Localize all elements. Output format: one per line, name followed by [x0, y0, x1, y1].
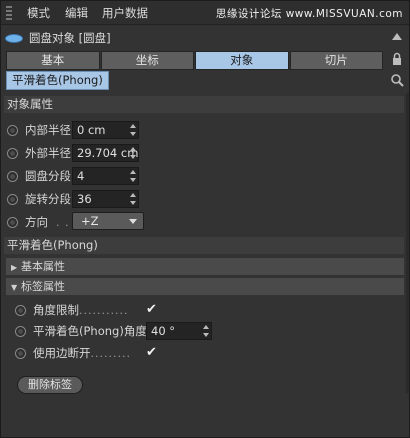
row-edge-breaks: 使用边断开 .........	[15, 343, 131, 363]
triangle-down-icon: ▼	[11, 283, 18, 292]
outer-radius-label: 外部半径	[25, 146, 71, 160]
row-outer-radius: 外部半径	[7, 143, 71, 163]
arrow-up-icon[interactable]	[390, 31, 404, 45]
disc-segments-label: 圆盘分段	[25, 169, 71, 183]
animate-radio[interactable]	[7, 216, 18, 228]
scrollbar[interactable]	[406, 93, 409, 393]
inner-radius-value: 0 cm	[77, 123, 106, 137]
phong-angle-value: 40 °	[151, 324, 176, 338]
watermark-text: 思缘设计论坛 www.MISSVUAN.com	[215, 8, 403, 20]
edge-breaks-label: 使用边断开	[33, 346, 91, 360]
menu-user-data[interactable]: 用户数据	[102, 5, 148, 21]
edge-breaks-checkbox[interactable]: ✔	[146, 346, 159, 359]
disc-segments-value: 4	[77, 169, 85, 183]
animate-radio[interactable]	[15, 347, 26, 359]
animate-radio[interactable]	[7, 193, 18, 205]
orientation-value: +Z	[81, 214, 99, 228]
spinner-icon[interactable]	[130, 147, 136, 159]
row-orientation: 方向 . . .	[7, 212, 78, 232]
orientation-label: 方向	[25, 215, 48, 229]
tab-phong[interactable]: 平滑着色(Phong)	[6, 71, 109, 90]
animate-radio[interactable]	[15, 325, 26, 337]
row-inner-radius: 内部半径	[7, 120, 71, 140]
edge-breaks-dots: .........	[90, 346, 131, 360]
row-angle-limit: 角度限制 ...........	[15, 300, 128, 320]
object-header: 圆盘对象 [圆盘]	[5, 29, 111, 47]
section-phong: 平滑着色(Phong)	[4, 237, 404, 254]
fold-tag-label: 标签属性	[21, 280, 65, 293]
angle-limit-checkbox[interactable]: ✔	[146, 303, 159, 316]
fold-tag-properties[interactable]: ▼ 标签属性	[6, 278, 404, 295]
spinner-icon[interactable]	[203, 325, 209, 337]
animate-radio[interactable]	[15, 304, 26, 316]
fold-basic-properties[interactable]: ▶ 基本属性	[6, 258, 404, 275]
object-title: 圆盘对象 [圆盘]	[29, 31, 111, 45]
disc-icon	[5, 33, 23, 43]
search-icon[interactable]	[390, 73, 404, 87]
phong-angle-field[interactable]: 40 °	[146, 322, 212, 340]
rotation-segments-label: 旋转分段	[25, 192, 71, 206]
row-rotation-segments: 旋转分段	[7, 189, 71, 209]
menu-edit[interactable]: 编辑	[65, 5, 88, 21]
row-phong-angle: 平滑着色(Phong)角度	[15, 321, 147, 341]
tab-coord[interactable]: 坐标	[100, 51, 194, 70]
inner-radius-label: 内部半径	[25, 123, 71, 137]
spinner-icon[interactable]	[130, 170, 136, 182]
tab-bar: 基本 坐标 对象 切片	[6, 51, 384, 70]
animate-radio[interactable]	[7, 124, 18, 136]
tab-basic[interactable]: 基本	[6, 51, 100, 70]
fold-basic-label: 基本属性	[21, 260, 65, 273]
inner-radius-field[interactable]: 0 cm	[72, 121, 139, 139]
section-object-properties: 对象属性	[4, 96, 404, 113]
rotation-segments-value: 36	[77, 192, 92, 206]
menu-bar: 模式 编辑 用户数据 思缘设计论坛 www.MISSVUAN.com	[1, 1, 409, 25]
drag-grip-icon[interactable]	[6, 6, 12, 20]
animate-radio[interactable]	[7, 147, 18, 159]
row-disc-segments: 圆盘分段	[7, 166, 71, 186]
delete-tag-button[interactable]: 删除标签	[17, 376, 83, 394]
orientation-dropdown[interactable]: +Z	[72, 212, 144, 230]
tab-object[interactable]: 对象	[195, 51, 289, 70]
outer-radius-field[interactable]: 29.704 cm	[72, 144, 139, 162]
chevron-down-icon	[129, 219, 137, 224]
angle-limit-label: 角度限制	[33, 303, 79, 317]
attributes-window: 模式 编辑 用户数据 思缘设计论坛 www.MISSVUAN.com 圆盘对象 …	[0, 0, 410, 438]
rotation-segments-field[interactable]: 36	[72, 190, 139, 208]
angle-limit-dots: ...........	[79, 303, 129, 317]
lock-icon[interactable]	[390, 52, 404, 66]
triangle-right-icon: ▶	[11, 263, 18, 272]
spinner-icon[interactable]	[130, 193, 136, 205]
animate-radio[interactable]	[7, 170, 18, 182]
menu-mode[interactable]: 模式	[27, 5, 50, 21]
phong-angle-label: 平滑着色(Phong)角度	[33, 324, 147, 338]
spinner-icon[interactable]	[130, 124, 136, 136]
tab-slice[interactable]: 切片	[289, 51, 383, 70]
disc-segments-field[interactable]: 4	[72, 167, 139, 185]
